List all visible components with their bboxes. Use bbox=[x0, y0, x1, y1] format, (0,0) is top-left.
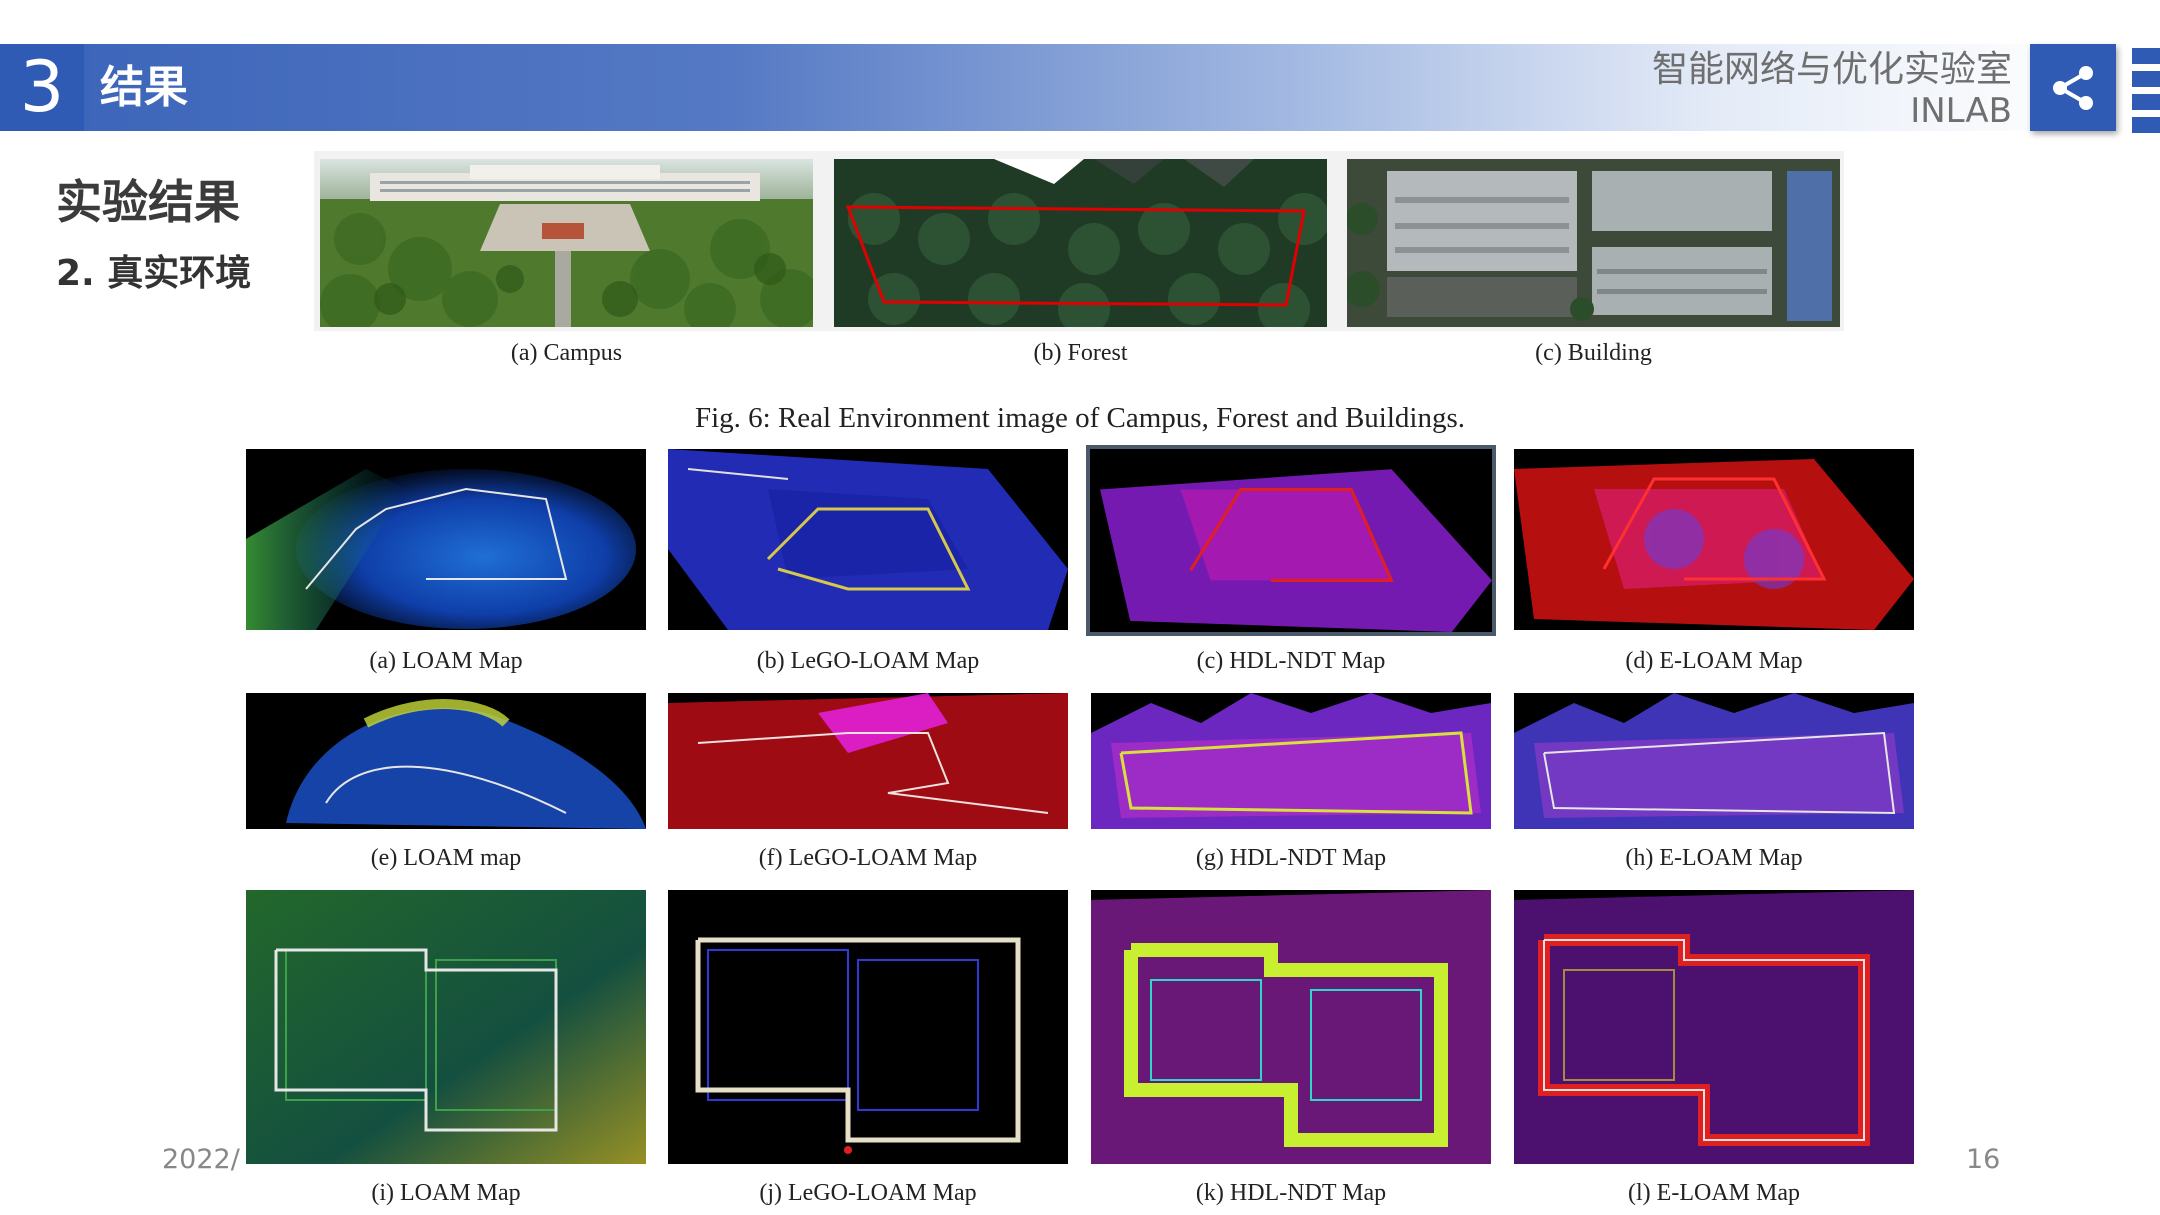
map-hdl-ndt-building bbox=[1091, 890, 1491, 1164]
footer-date: 2022/ bbox=[162, 1144, 240, 1175]
fig6-caption-a: (a) Campus bbox=[510, 340, 623, 366]
section-title: 结果 bbox=[100, 62, 188, 113]
fig7-caption-h: (h) E-LOAM Map bbox=[1625, 845, 1803, 871]
section-number: 3 bbox=[0, 44, 84, 131]
fig7-caption-i: (i) LOAM Map bbox=[371, 1180, 521, 1206]
lab-name: 智能网络与优化实验室 bbox=[1651, 49, 2012, 90]
map-loam-campus bbox=[246, 449, 646, 630]
fig6-caption-b: (b) Forest bbox=[1033, 340, 1128, 366]
fig7-caption-k: (k) HDL-NDT Map bbox=[1195, 1180, 1387, 1206]
fig7-caption-a: (a) LOAM Map bbox=[369, 648, 523, 674]
map-loam-building bbox=[246, 890, 646, 1164]
fig7-caption-c: (c) HDL-NDT Map bbox=[1196, 648, 1386, 674]
decorative-edge-bars bbox=[2132, 48, 2160, 134]
fig7-caption-l: (l) E-LOAM Map bbox=[1628, 1180, 1800, 1206]
map-hdl-ndt-forest bbox=[1091, 693, 1491, 829]
page-title: 实验结果 bbox=[56, 175, 240, 229]
fig7-caption-g: (g) HDL-NDT Map bbox=[1195, 845, 1387, 871]
fig7-caption-d: (d) E-LOAM Map bbox=[1625, 648, 1803, 674]
map-e-loam-building bbox=[1514, 890, 1914, 1164]
fig7-caption-b: (b) LeGO-LOAM Map bbox=[756, 648, 980, 674]
map-e-loam-campus bbox=[1514, 449, 1914, 630]
fig6-title: Fig. 6: Real Environment image of Campus… bbox=[694, 402, 1466, 434]
fig7-caption-f: (f) LeGO-LOAM Map bbox=[758, 845, 978, 871]
lab-abbr: INLAB bbox=[1910, 91, 2012, 131]
map-hdl-ndt-campus[interactable] bbox=[1086, 445, 1496, 636]
fig7-caption-e: (e) LOAM map bbox=[370, 845, 522, 871]
map-e-loam-forest bbox=[1514, 693, 1914, 829]
campus-photo bbox=[320, 159, 813, 327]
page-number: 16 bbox=[1966, 1144, 2001, 1175]
share-icon bbox=[2053, 65, 2093, 110]
share-button[interactable] bbox=[2030, 44, 2116, 131]
fig7-caption-j: (j) LeGO-LOAM Map bbox=[759, 1180, 977, 1206]
map-lego-loam-building bbox=[668, 890, 1068, 1164]
map-lego-loam-forest bbox=[668, 693, 1068, 829]
fig6-caption-c: (c) Building bbox=[1535, 340, 1652, 366]
forest-photo bbox=[834, 159, 1327, 327]
map-lego-loam-campus bbox=[668, 449, 1068, 630]
building-photo bbox=[1347, 159, 1840, 327]
page-subtitle: 2. 真实环境 bbox=[56, 253, 252, 294]
map-loam-forest bbox=[246, 693, 646, 829]
